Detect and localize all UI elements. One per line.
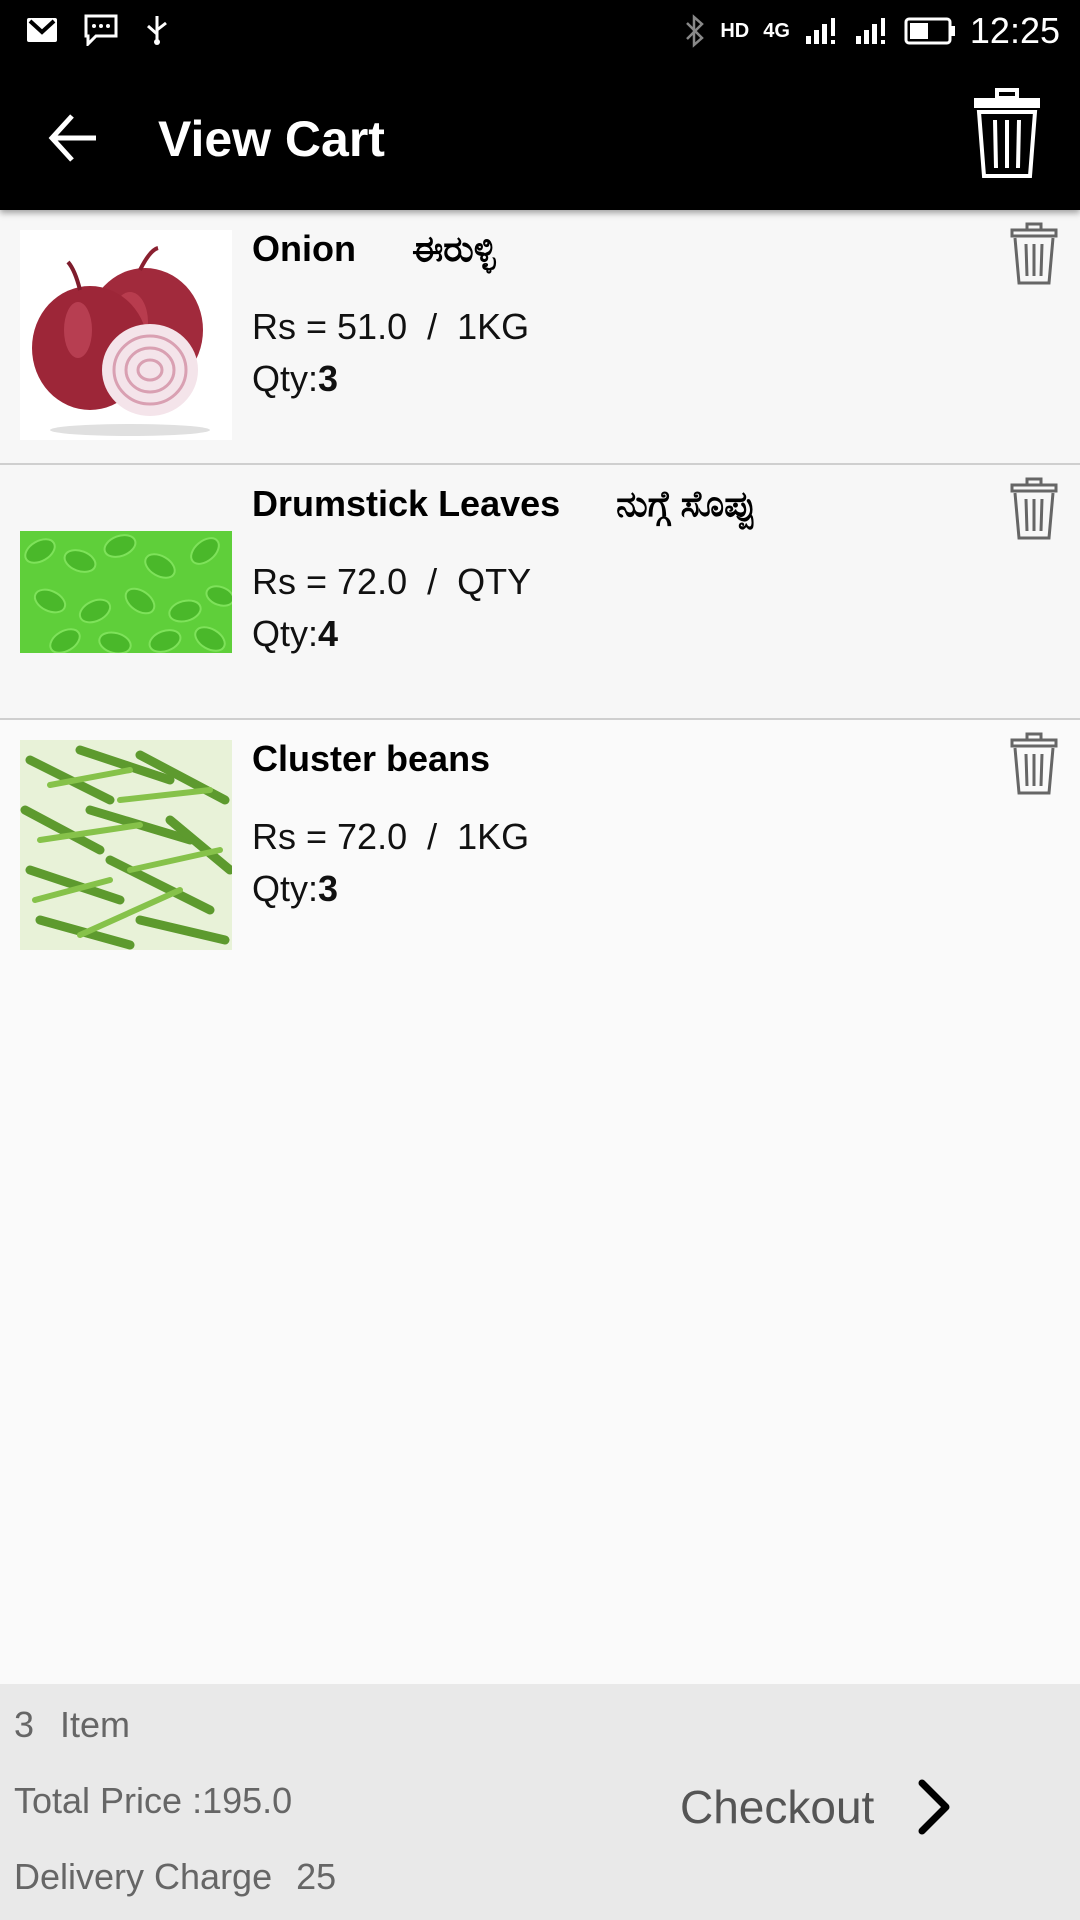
item-qty: Qty:3 — [252, 358, 338, 400]
onion-image — [20, 230, 232, 440]
item-qty-label: Qty: — [252, 613, 319, 654]
item-count: 3 Item — [14, 1704, 130, 1746]
cart-item-cluster-beans[interactable]: Cluster beans Rs = 72.0 / 1KG Qty:3 — [0, 720, 1080, 975]
item-qty-value: 3 — [318, 358, 339, 399]
item-name-local: ನುಗ್ಗೆ ಸೊಪ್ಪು — [616, 483, 757, 524]
chevron-right-icon — [918, 1779, 950, 1835]
item-name: Drumstick Leaves ನುಗ್ಗೆ ಸೊಪ್ಪು — [252, 483, 756, 526]
total-price: Total Price :195.0 — [14, 1780, 293, 1821]
item-name: Cluster beans — [252, 738, 490, 780]
arrow-left-icon[interactable] — [44, 108, 104, 168]
checkout-label: Checkout — [680, 1781, 875, 1833]
gmail-icon — [27, 18, 57, 42]
trash-icon[interactable] — [1010, 732, 1058, 796]
item-qty: Qty:4 — [252, 613, 338, 655]
battery-icon — [904, 17, 955, 45]
bluetooth-icon — [686, 14, 705, 48]
item-qty-label: Qty: — [252, 868, 319, 909]
item-name-english: Cluster beans — [252, 738, 491, 779]
item-name-english: Drumstick Leaves — [252, 483, 561, 524]
cluster-beans-image — [20, 740, 232, 950]
trash-icon[interactable] — [1010, 222, 1058, 286]
item-price: Rs = 51.0 / 1KG — [252, 306, 530, 347]
message-icon — [84, 14, 118, 46]
delivery-charge-value: 25 — [296, 1856, 337, 1897]
cart-summary-footer: 3 Item Total Price :195.0 Delivery Charge… — [0, 1684, 1080, 1920]
item-name-english: Onion — [252, 228, 356, 269]
item-qty-value: 4 — [318, 613, 339, 654]
app-bar: View Cart — [0, 64, 1080, 210]
delivery-charge-label: Delivery Charge — [14, 1856, 273, 1897]
delivery-charge: Delivery Charge 25 — [14, 1856, 336, 1898]
trash-icon[interactable] — [972, 88, 1042, 180]
cart-item-drumstick-leaves[interactable]: Drumstick Leaves ನುಗ್ಗೆ ಸೊಪ್ಪು Rs = 72.0 … — [0, 465, 1080, 720]
signal-icon — [805, 18, 835, 44]
item-qty: Qty:3 — [252, 868, 338, 910]
usb-icon — [147, 16, 167, 45]
status-bar: HD 4G 12:25 — [0, 0, 1080, 64]
status-time: 12:25 — [969, 10, 1060, 51]
checkout-button[interactable]: Checkout — [680, 1772, 980, 1842]
item-count-value: 3 — [14, 1704, 35, 1745]
item-qty-label: Qty: — [252, 358, 319, 399]
page-title: View Cart — [158, 111, 385, 167]
item-count-label: Item — [60, 1704, 131, 1745]
hd-indicator: HD — [720, 19, 750, 42]
cart-item-onion[interactable]: Onion ಈರುಳ್ಳಿ Rs = 51.0 / 1KG Qty:3 — [0, 210, 1080, 465]
item-name: Onion ಈರುಳ್ಳಿ — [252, 228, 496, 271]
network-type: 4G — [763, 19, 790, 42]
cart-list: Onion ಈರುಳ್ಳಿ Rs = 51.0 / 1KG Qty:3 Drum… — [0, 210, 1080, 975]
signal-icon-2 — [855, 18, 885, 44]
drumstick-leaves-image — [20, 531, 232, 653]
trash-icon[interactable] — [1010, 477, 1058, 541]
item-price: Rs = 72.0 / 1KG — [252, 816, 530, 857]
item-qty-value: 3 — [318, 868, 339, 909]
item-name-local: ಈರುಳ್ಳಿ — [411, 228, 496, 269]
item-price: Rs = 72.0 / QTY — [252, 561, 532, 602]
